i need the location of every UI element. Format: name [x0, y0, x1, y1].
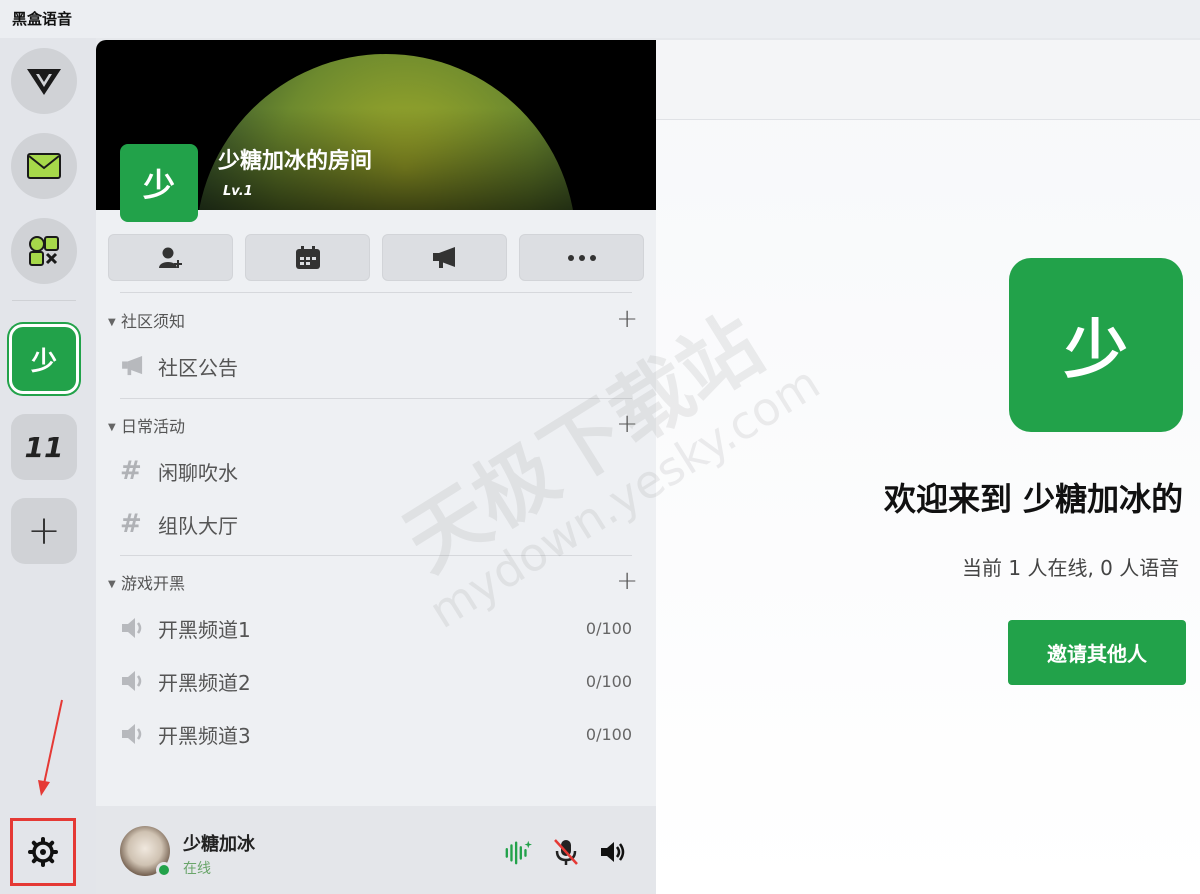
- calendar-icon: [295, 245, 320, 269]
- speaker-icon: [120, 670, 158, 692]
- channel-name: 社区公告: [158, 355, 238, 380]
- channel-item[interactable]: # 闲聊吹水: [120, 451, 632, 491]
- category-daily[interactable]: ▼ 日常活动 +: [108, 409, 638, 439]
- user-name: 少糖加冰: [183, 834, 255, 855]
- room-title: 少糖加冰的房间: [218, 149, 373, 174]
- rail-divider: [12, 300, 76, 301]
- channel-item[interactable]: 社区公告: [120, 346, 632, 386]
- mail-icon: [27, 153, 61, 179]
- welcome-heading: 欢迎来到 少糖加冰的: [884, 480, 1184, 518]
- voice-effect-button[interactable]: [504, 838, 532, 866]
- hash-icon: #: [120, 509, 142, 539]
- main-header: [656, 40, 1200, 120]
- app-title: 黑盒语音: [0, 0, 1200, 38]
- speaker-icon: [120, 723, 158, 745]
- divider: [120, 398, 632, 399]
- voice-wave-icon: [505, 840, 532, 865]
- games-button[interactable]: [11, 218, 77, 284]
- speaker-icon: [601, 842, 625, 862]
- messages-button[interactable]: [11, 133, 77, 199]
- channel-item[interactable]: # 组队大厅: [120, 504, 632, 544]
- divider: [120, 292, 632, 293]
- annotation-arrow: [38, 699, 63, 796]
- add-channel-icon[interactable]: +: [616, 304, 638, 334]
- channel-name: 开黑频道3: [158, 723, 251, 748]
- calendar-button[interactable]: [245, 234, 370, 281]
- caret-down-icon: ▼: [108, 579, 116, 590]
- settings-button[interactable]: [10, 818, 76, 886]
- user-status: 在线: [183, 861, 211, 877]
- divider: [120, 555, 632, 556]
- announcement-icon: [120, 356, 158, 376]
- room-level-badge: Lv.1: [223, 184, 253, 199]
- voice-channel-item[interactable]: 开黑频道2 0/100: [120, 661, 632, 701]
- mic-off-icon: [554, 839, 578, 865]
- channel-capacity: 0/100: [585, 618, 632, 638]
- room-button-selected[interactable]: 少: [9, 324, 79, 394]
- category-notice[interactable]: ▼ 社区须知 +: [108, 304, 638, 334]
- more-button[interactable]: [519, 234, 644, 281]
- room-avatar[interactable]: 少: [120, 144, 198, 222]
- voice-channel-item[interactable]: 开黑频道1 0/100: [120, 608, 632, 648]
- category-gaming[interactable]: ▼ 游戏开黑 +: [108, 566, 638, 596]
- more-icon: [567, 254, 596, 261]
- announcement-button[interactable]: [382, 234, 507, 281]
- room-actions: [108, 234, 644, 282]
- invite-others-button[interactable]: 邀请其他人: [1008, 620, 1186, 685]
- channel-panel: 少 少糖加冰的房间 Lv.1 ▼ 社区须知 + 社区公告 ▼ 日常活动 + # …: [96, 40, 656, 894]
- category-label: 游戏开黑: [121, 574, 186, 593]
- user-bar: 少糖加冰 在线: [96, 806, 656, 894]
- category-label: 日常活动: [121, 417, 186, 436]
- gear-icon: [28, 837, 58, 867]
- voice-channel-item[interactable]: 开黑频道3 0/100: [120, 714, 632, 754]
- channel-capacity: 0/100: [585, 724, 632, 744]
- server-rail: 少 11 +: [0, 38, 96, 894]
- channel-name: 开黑频道2: [158, 670, 251, 695]
- add-room-button[interactable]: +: [11, 498, 77, 564]
- heybox-logo-button[interactable]: [11, 48, 77, 114]
- caret-down-icon: ▼: [108, 317, 116, 328]
- mute-mic-button[interactable]: [552, 838, 580, 866]
- category-label: 社区须知: [121, 312, 186, 331]
- online-status-dot: [156, 862, 172, 878]
- speaker-button[interactable]: [599, 838, 627, 866]
- channel-capacity: 0/100: [585, 671, 632, 691]
- game-icon: [29, 236, 59, 266]
- add-channel-icon[interactable]: +: [616, 409, 638, 439]
- add-channel-icon[interactable]: +: [616, 566, 638, 596]
- main-content: 少 欢迎来到 少糖加冰的 当前 1 人在线, 0 人语音 邀请其他人: [656, 40, 1200, 894]
- caret-down-icon: ▼: [108, 422, 116, 433]
- hash-icon: #: [120, 456, 142, 486]
- megaphone-icon: [432, 246, 455, 268]
- invite-member-button[interactable]: [108, 234, 233, 281]
- heybox-logo-icon: [27, 69, 61, 95]
- online-info: 当前 1 人在线, 0 人语音: [962, 556, 1180, 580]
- room-button-11[interactable]: 11: [11, 414, 77, 480]
- add-user-icon: [158, 247, 182, 268]
- room-large-avatar: 少: [1009, 258, 1183, 432]
- channel-name: 组队大厅: [158, 513, 238, 538]
- channel-name: 闲聊吹水: [158, 460, 238, 485]
- channel-name: 开黑频道1: [158, 617, 251, 642]
- speaker-icon: [120, 617, 158, 639]
